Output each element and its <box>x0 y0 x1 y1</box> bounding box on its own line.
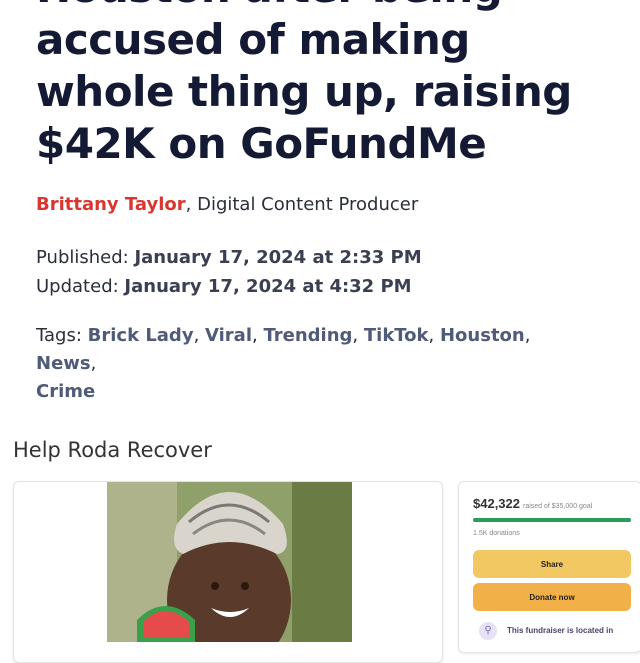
fundraiser-title: Help Roda Recover <box>13 438 212 462</box>
article-headline: Houston after being accused of making wh… <box>36 0 636 170</box>
tag-link[interactable]: News <box>36 353 91 374</box>
donation-sidebar: $42,322 raised of $35,000 goal 1.5K donat… <box>458 481 640 653</box>
headline-line: whole thing up, raising <box>36 67 572 116</box>
published-date: January 17, 2024 at 2:33 PM <box>134 247 422 268</box>
author-role: , Digital Content Producer <box>185 194 419 215</box>
updated-label: Updated: <box>36 276 125 297</box>
goal-text: raised of $35,000 goal <box>523 503 593 510</box>
fundraiser-photo <box>107 482 352 642</box>
author-link[interactable]: Brittany Taylor <box>36 194 186 215</box>
published-label: Published: <box>36 247 135 268</box>
amount-raised: $42,322 raised of $35,000 goal <box>473 496 592 511</box>
updated-row: Updated: January 17, 2024 at 4:32 PM <box>36 272 422 301</box>
headline-line: Houston after being <box>36 0 636 14</box>
tag-link[interactable]: Trending <box>263 325 352 346</box>
fundraiser-photo-illustration <box>107 482 352 642</box>
tag-link[interactable]: TikTok <box>364 325 429 346</box>
article-dates: Published: January 17, 2024 at 2:33 PM U… <box>36 243 422 301</box>
published-row: Published: January 17, 2024 at 2:33 PM <box>36 243 422 272</box>
donation-count: 1.5K donations <box>473 530 520 537</box>
share-button[interactable]: Share <box>473 550 631 578</box>
tag-link[interactable]: Crime <box>36 381 95 402</box>
tags-label: Tags: <box>36 325 88 346</box>
location-pin-icon: ⚲ <box>479 622 497 640</box>
location-text: This fundraiser is located in <box>507 626 614 635</box>
byline: Brittany Taylor, Digital Content Produce… <box>36 194 418 215</box>
tags-list: Tags: Brick Lady, Viral, Trending, TikTo… <box>36 325 531 402</box>
fundraiser-image-card[interactable] <box>13 481 443 663</box>
raised-amount: $42,322 <box>473 496 520 511</box>
location-notice: ⚲ This fundraiser is located in <box>473 622 640 642</box>
updated-date: January 17, 2024 at 4:32 PM <box>124 276 412 297</box>
tag-link[interactable]: Houston <box>440 325 525 346</box>
donate-button[interactable]: Donate now <box>473 583 631 611</box>
progress-fill <box>473 518 631 522</box>
headline-line: accused of making <box>36 15 470 64</box>
headline-line: $42K on GoFundMe <box>36 119 487 168</box>
progress-bar <box>473 518 631 522</box>
tag-link[interactable]: Viral <box>205 325 252 346</box>
tag-link[interactable]: Brick Lady <box>88 325 194 346</box>
